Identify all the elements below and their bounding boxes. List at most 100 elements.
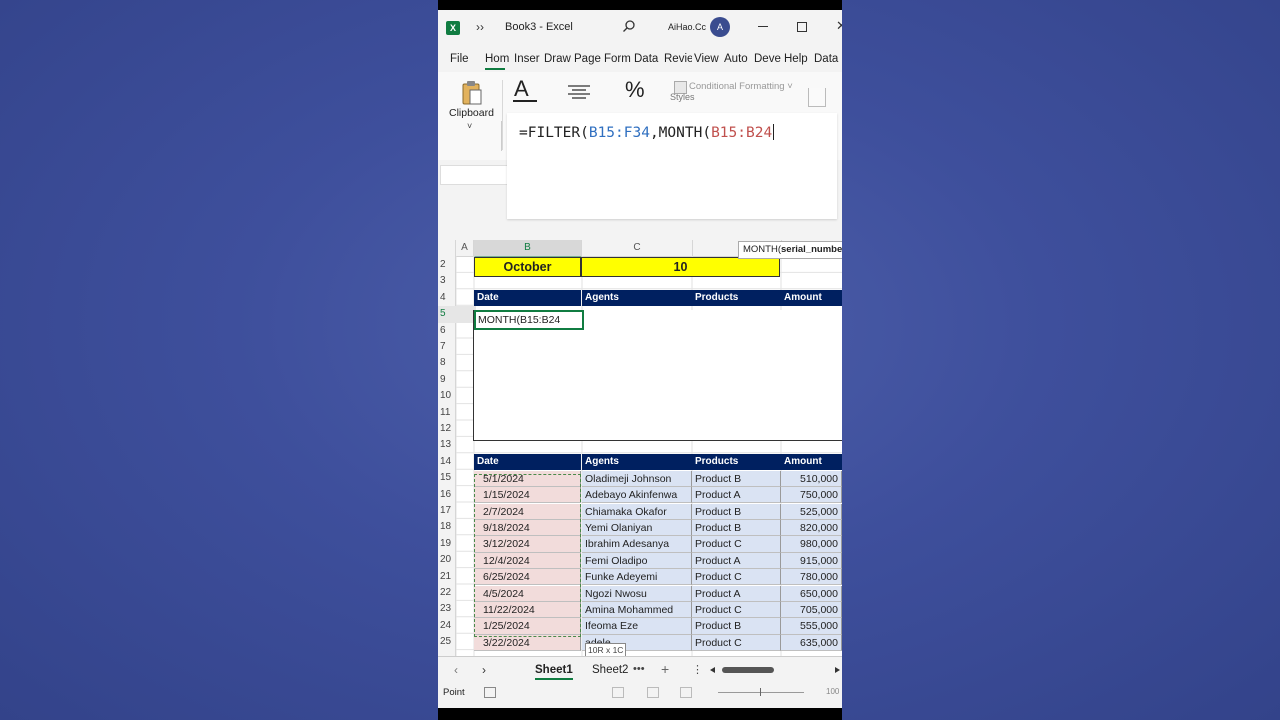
tab-draw[interactable]: Draw bbox=[544, 53, 572, 65]
table-cell[interactable]: Ibrahim Adesanya bbox=[582, 536, 692, 553]
row-header[interactable]: 14 bbox=[438, 454, 476, 470]
row-header[interactable]: 15 bbox=[438, 470, 476, 486]
row-header[interactable]: 21 bbox=[438, 569, 476, 585]
tab-insert[interactable]: Inser bbox=[514, 53, 542, 65]
row-header[interactable]: 12 bbox=[438, 421, 476, 437]
table-cell[interactable]: Product A bbox=[692, 487, 781, 504]
tab-automate[interactable]: Auto bbox=[724, 53, 752, 65]
table-cell[interactable]: Product B bbox=[692, 519, 781, 537]
table-cell[interactable]: Product A bbox=[692, 552, 781, 570]
table-cell[interactable]: Adebayo Akinfenwa bbox=[582, 487, 692, 504]
table-cell[interactable]: Product C bbox=[692, 569, 781, 586]
table-cell[interactable]: 820,000 bbox=[781, 519, 842, 537]
table-cell[interactable]: Oladimeji Johnson bbox=[582, 470, 692, 488]
column-header-a[interactable]: A bbox=[456, 240, 474, 257]
table-cell[interactable]: 915,000 bbox=[781, 552, 842, 570]
table-cell[interactable]: Product C bbox=[692, 634, 781, 652]
select-all-corner[interactable] bbox=[438, 240, 456, 257]
source-header-cell[interactable]: Products bbox=[692, 454, 781, 471]
table-cell[interactable]: Product C bbox=[692, 601, 781, 619]
chevron-right-icon[interactable]: › bbox=[482, 663, 486, 677]
row-header[interactable]: 3 bbox=[438, 273, 476, 289]
clipboard-label[interactable]: Clipboard bbox=[449, 107, 494, 119]
font-color-icon[interactable]: A bbox=[514, 76, 529, 102]
table-cell[interactable]: 525,000 bbox=[781, 503, 842, 520]
row-header[interactable]: 25 bbox=[438, 634, 476, 650]
kebab-menu-icon[interactable]: ⋮ bbox=[692, 663, 703, 676]
table-cell[interactable]: Product A bbox=[692, 585, 781, 602]
month-number-cell[interactable]: 10 bbox=[581, 257, 780, 277]
table-cell[interactable]: Ifeoma Eze bbox=[582, 618, 692, 635]
percent-icon[interactable]: % bbox=[625, 77, 645, 103]
row-header[interactable]: 6 bbox=[438, 323, 476, 339]
table-cell[interactable]: 705,000 bbox=[781, 601, 842, 619]
table-cell[interactable]: Yemi Olaniyan bbox=[582, 519, 692, 537]
normal-view-icon[interactable] bbox=[612, 687, 624, 698]
table-cell[interactable]: Product C bbox=[692, 536, 781, 553]
row-header[interactable]: 7 bbox=[438, 339, 476, 355]
tab-developer[interactable]: Deve bbox=[754, 53, 782, 65]
table-cell[interactable]: Funke Adeyemi bbox=[582, 569, 692, 586]
page-break-icon[interactable] bbox=[680, 687, 692, 698]
row-header[interactable]: 9 bbox=[438, 372, 476, 388]
output-header-cell[interactable]: Agents bbox=[582, 290, 692, 307]
scrollbar-thumb[interactable] bbox=[722, 667, 774, 673]
table-cell[interactable]: Product B bbox=[692, 470, 781, 488]
row-header[interactable]: 2 bbox=[438, 257, 476, 273]
minimize-icon[interactable] bbox=[758, 26, 768, 27]
accessibility-icon[interactable] bbox=[484, 687, 496, 698]
table-cell[interactable]: 510,000 bbox=[781, 470, 842, 488]
chevron-down-icon[interactable]: ˅ bbox=[467, 121, 472, 131]
table-cell[interactable]: Product B bbox=[692, 503, 781, 520]
row-header[interactable]: 13 bbox=[438, 437, 476, 453]
page-layout-icon[interactable] bbox=[647, 687, 659, 698]
row-header[interactable]: 23 bbox=[438, 601, 476, 617]
tab-file[interactable]: File bbox=[450, 53, 478, 65]
output-header-cell[interactable]: Amount bbox=[781, 290, 842, 307]
table-cell[interactable]: Ngozi Nwosu bbox=[582, 585, 692, 602]
table-cell[interactable]: 3/22/2024 bbox=[474, 634, 581, 652]
tab-review[interactable]: Revie bbox=[664, 53, 692, 65]
tab-formulas[interactable]: Form bbox=[604, 53, 632, 65]
row-header[interactable]: 10 bbox=[438, 388, 476, 404]
row-header[interactable]: 17 bbox=[438, 503, 476, 519]
row-header[interactable]: 4 bbox=[438, 290, 476, 306]
row-header[interactable]: 20 bbox=[438, 552, 476, 568]
table-cell[interactable]: Chiamaka Okafor bbox=[582, 503, 692, 520]
tab-data[interactable]: Data bbox=[634, 53, 662, 65]
search-icon[interactable] bbox=[622, 19, 636, 33]
source-header-cell[interactable]: Agents bbox=[582, 454, 692, 471]
row-header[interactable]: 5 bbox=[438, 306, 476, 323]
name-box[interactable] bbox=[440, 165, 508, 185]
output-header-cell[interactable]: Products bbox=[692, 290, 781, 307]
add-sheet-icon[interactable]: + bbox=[661, 661, 669, 677]
month-name-cell[interactable]: October bbox=[474, 257, 581, 277]
conditional-formatting-button[interactable]: Conditional Formatting ˅ bbox=[689, 81, 793, 92]
table-cell[interactable]: 555,000 bbox=[781, 618, 842, 635]
more-sheets-icon[interactable]: ••• bbox=[633, 663, 645, 675]
row-header[interactable]: 24 bbox=[438, 618, 476, 634]
row-header[interactable]: 19 bbox=[438, 536, 476, 552]
table-cell[interactable]: 780,000 bbox=[781, 569, 842, 586]
formula-bar-expanded[interactable]: =FILTER(B15:F34,MONTH(B15:B24 bbox=[507, 113, 837, 219]
clipboard-icon[interactable] bbox=[461, 80, 483, 106]
zoom-slider-thumb[interactable] bbox=[760, 688, 761, 696]
output-header-cell[interactable]: Date bbox=[474, 290, 581, 307]
row-header[interactable]: 18 bbox=[438, 519, 476, 535]
table-cell[interactable]: 750,000 bbox=[781, 487, 842, 504]
zoom-slider[interactable] bbox=[718, 692, 804, 693]
row-header[interactable]: 22 bbox=[438, 585, 476, 601]
tab-data-2[interactable]: Data bbox=[814, 53, 842, 65]
table-cell[interactable]: Product B bbox=[692, 618, 781, 635]
row-header[interactable]: 16 bbox=[438, 487, 476, 503]
formula-input[interactable]: =FILTER(B15:F34,MONTH(B15:B24 bbox=[519, 124, 775, 141]
table-cell[interactable]: 635,000 bbox=[781, 634, 842, 652]
chevron-left-icon[interactable]: ‹ bbox=[454, 663, 458, 677]
tab-page[interactable]: Page bbox=[574, 53, 602, 65]
table-cell[interactable]: Femi Oladipo bbox=[582, 552, 692, 570]
active-cell-b5[interactable]: MONTH(B15:B24 bbox=[474, 310, 584, 330]
tab-home[interactable]: Hom bbox=[485, 53, 513, 65]
function-tooltip[interactable]: MONTH(serial_numbe bbox=[738, 241, 842, 259]
tab-help[interactable]: Help bbox=[784, 53, 812, 65]
maximize-icon[interactable] bbox=[797, 22, 807, 32]
